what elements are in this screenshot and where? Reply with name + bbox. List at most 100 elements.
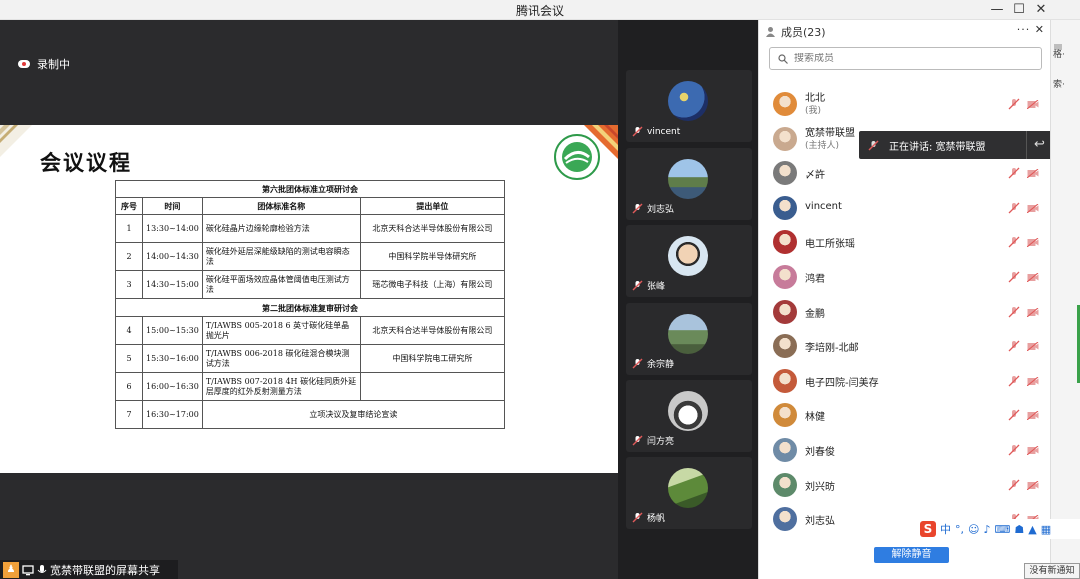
window-title: 腾讯会议 — [515, 4, 564, 18]
emoji-icon[interactable]: ☺ — [968, 523, 979, 536]
member-name: 刘春俊 — [805, 447, 835, 458]
search-icon — [778, 53, 788, 64]
camera-off-icon[interactable] — [1027, 203, 1039, 213]
video-tile[interactable]: vincent — [626, 70, 752, 142]
column-header: 团体标准名称 — [201, 197, 361, 215]
unmute-button[interactable]: 解除静音 — [874, 547, 949, 563]
video-tile[interactable]: 余宗静 — [626, 303, 752, 375]
toolbox-icon[interactable]: ▦ — [1041, 523, 1051, 536]
column-header: 序号 — [115, 197, 143, 215]
input-mode-toggle[interactable]: 中 — [940, 521, 951, 537]
microphone-muted-icon[interactable] — [1008, 202, 1020, 214]
microphone-muted-icon[interactable] — [1008, 236, 1020, 248]
camera-off-icon[interactable] — [1027, 169, 1039, 179]
member-row[interactable]: 北北 (我) — [759, 87, 1051, 121]
microphone-muted-icon[interactable] — [1008, 167, 1020, 179]
microphone-muted-icon[interactable] — [1008, 479, 1020, 491]
more-options-button[interactable]: ··· — [1017, 23, 1031, 36]
slide-heading: 会议议程 — [40, 150, 132, 175]
avatar — [773, 230, 797, 255]
camera-off-icon[interactable] — [1027, 342, 1039, 352]
user-icon[interactable]: ☗ — [1014, 523, 1024, 536]
voice-input-icon[interactable]: ♪ — [983, 523, 990, 536]
member-row[interactable]: 〆許 — [759, 156, 1051, 190]
member-row[interactable]: 鸿君 — [759, 260, 1051, 294]
camera-off-icon[interactable] — [1027, 376, 1039, 386]
people-icon — [766, 27, 775, 37]
video-tile[interactable]: 闫方亮 — [626, 380, 752, 452]
tile-name: 杨帆 — [647, 514, 666, 524]
cell-name: 立项决议及复审结论宣读 — [201, 400, 506, 429]
minimize-button[interactable]: — — [986, 0, 1008, 20]
cell-no: 7 — [115, 400, 143, 429]
close-panel-button[interactable]: ✕ — [1035, 23, 1045, 36]
camera-off-icon[interactable] — [1027, 446, 1039, 455]
screen-share-indicator[interactable]: ♟ 宽禁带联盟的屏幕共享 — [0, 560, 178, 579]
camera-off-icon[interactable] — [1027, 100, 1039, 109]
avatar — [773, 403, 797, 428]
title-bar: 腾讯会议 — ☐ ✕ — [0, 0, 1080, 20]
microphone-muted-icon[interactable] — [1008, 444, 1020, 456]
tile-name: 余宗静 — [647, 360, 675, 370]
avatar — [773, 472, 797, 497]
back-arrow-icon[interactable]: ↩ — [1026, 131, 1052, 159]
video-tiles-column: vincent 刘志弘 张峰 余宗静 闫方亮 杨帆 — [618, 20, 758, 579]
microphone-muted-icon — [632, 435, 643, 446]
avatar — [668, 159, 708, 199]
cell-org — [359, 372, 506, 401]
cell-name: T/IAWBS 006-2018 碳化硅混合模块测试方法 — [201, 344, 361, 373]
video-tile[interactable]: 张峰 — [626, 225, 752, 297]
microphone-muted-icon[interactable] — [1008, 409, 1020, 421]
speaking-label: 正在讲话: 宽禁带联盟 — [889, 141, 986, 153]
member-row[interactable]: 电工所张瑶 — [759, 225, 1051, 259]
cell-org: 中国科学院半导体研究所 — [359, 242, 506, 271]
member-row[interactable]: 电子四院-闫美存 — [759, 364, 1051, 398]
microphone-muted-icon[interactable] — [1008, 340, 1020, 352]
member-search-input[interactable] — [794, 53, 1014, 64]
cell-no: 1 — [115, 214, 143, 243]
column-header: 提出单位 — [359, 197, 506, 215]
cell-org: 北京天科合达半导体股份有限公司 — [359, 214, 506, 243]
cell-org: 中国科学院电工研究所 — [359, 344, 506, 373]
member-row[interactable]: 林健 — [759, 398, 1051, 432]
microphone-muted-icon[interactable] — [1008, 306, 1020, 318]
member-row[interactable]: vincent — [759, 191, 1051, 225]
maximize-button[interactable]: ☐ — [1008, 0, 1030, 20]
members-panel: 成员(23) ··· ✕ 北北 (我) 宽禁带联盟(主持人) 〆許 vincent 电工所… — [758, 20, 1050, 579]
member-name: 刘兴昉 — [805, 481, 835, 493]
member-row[interactable]: 金鹏 — [759, 295, 1051, 329]
camera-off-icon[interactable] — [1027, 273, 1039, 282]
cell-time: 16:00~16:30 — [142, 372, 203, 401]
sogou-logo-icon[interactable]: S — [920, 521, 936, 537]
member-name: 刘志弘 — [805, 516, 835, 528]
cell-name: 碳化硅晶片边缘轮廓检验方法 — [201, 214, 361, 243]
camera-off-icon[interactable] — [1027, 238, 1039, 248]
ime-toolbar[interactable]: S 中 °, ☺ ♪ ⌨ ☗ ▲ ▦ — [918, 519, 1080, 539]
avatar — [773, 161, 797, 186]
microphone-muted-icon[interactable] — [1008, 98, 1020, 110]
member-row[interactable]: 刘春俊 — [759, 433, 1051, 467]
member-role: (我) — [805, 106, 822, 116]
skin-icon[interactable]: ▲ — [1028, 523, 1036, 536]
member-search-box[interactable] — [769, 47, 1042, 70]
punctuation-icon[interactable]: °, — [955, 523, 964, 536]
member-row[interactable]: 刘兴昉 — [759, 468, 1051, 502]
column-header: 时间 — [142, 197, 203, 215]
agenda-table: 第六批团体标准立项研讨会 序号 时间 团体标准名称 提出单位 1 13:30~1… — [115, 180, 506, 429]
member-name: 〆許 — [805, 170, 825, 182]
member-row[interactable]: 李培刚-北邮 — [759, 329, 1051, 363]
close-window-button[interactable]: ✕ — [1030, 0, 1052, 20]
avatar — [668, 314, 708, 354]
recording-indicator[interactable]: 录制中 — [18, 56, 70, 72]
recording-label: 录制中 — [37, 58, 70, 71]
camera-off-icon[interactable] — [1027, 411, 1039, 421]
keyboard-icon[interactable]: ⌨ — [995, 523, 1011, 536]
video-tile[interactable]: 杨帆 — [626, 457, 752, 529]
tile-name: 刘志弘 — [647, 205, 675, 215]
camera-off-icon[interactable] — [1027, 307, 1039, 317]
video-tile[interactable]: 刘志弘 — [626, 148, 752, 220]
microphone-muted-icon[interactable] — [1008, 271, 1020, 283]
member-name: vincent — [805, 200, 842, 212]
camera-off-icon[interactable] — [1027, 480, 1039, 490]
microphone-muted-icon[interactable] — [1008, 375, 1020, 387]
